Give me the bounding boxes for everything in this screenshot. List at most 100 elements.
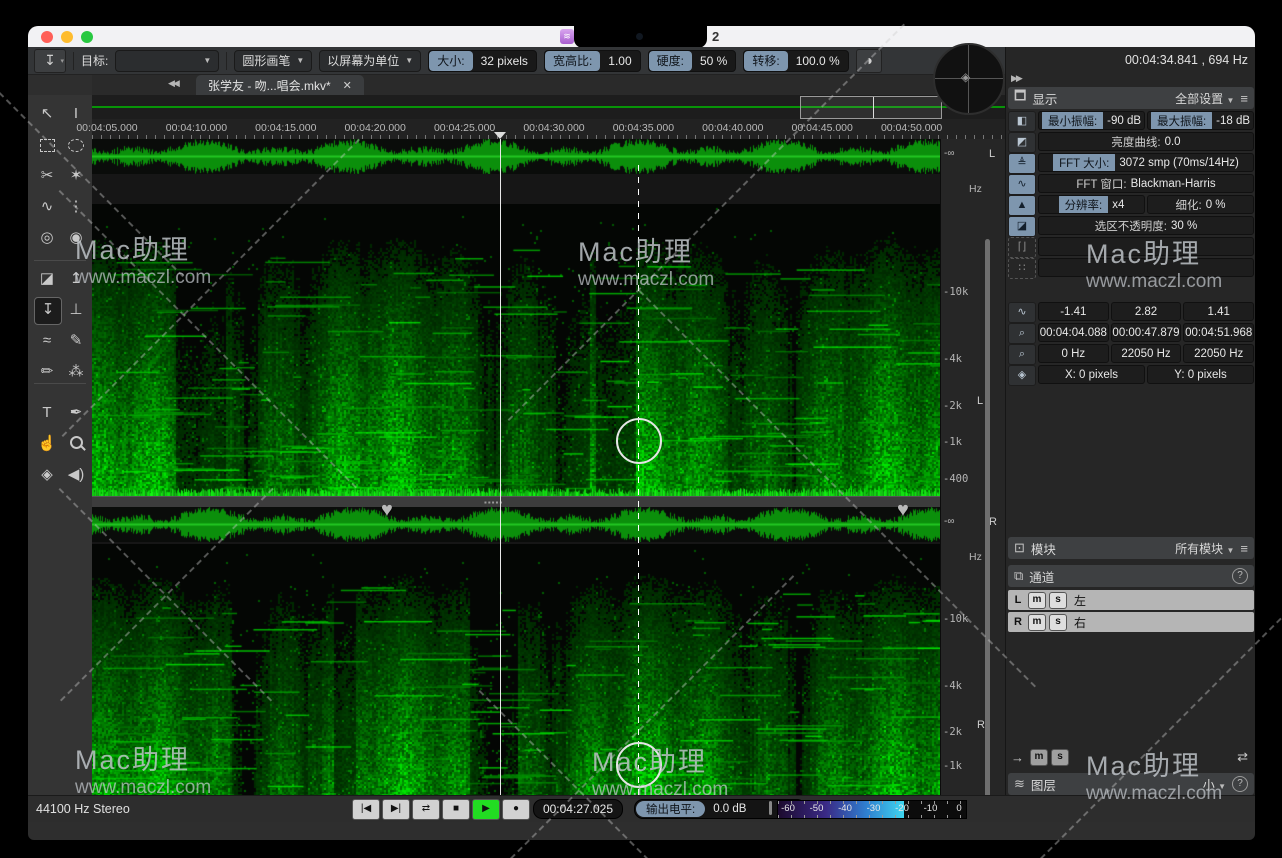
rect-select-tool[interactable] — [34, 132, 60, 158]
spectrogram-left[interactable] — [92, 204, 940, 496]
layers-size-dropdown[interactable]: 小 ▼ — [1203, 776, 1226, 793]
minimize-window-button[interactable] — [61, 31, 73, 43]
pixels-value[interactable]: Y: 0 pixels — [1147, 365, 1254, 384]
scalpel-tool[interactable]: ✂ — [34, 163, 60, 189]
current-tool-button[interactable]: ↧▾ — [34, 49, 66, 73]
target-dropdown[interactable]: ▼ — [115, 50, 219, 72]
hardness-field[interactable]: 硬度:50 % — [648, 50, 737, 72]
mute-button[interactable]: m — [1028, 614, 1046, 631]
stop-button[interactable]: ■ — [442, 799, 470, 820]
close-window-button[interactable] — [41, 31, 53, 43]
time-value[interactable]: 00:04:04.088 — [1038, 323, 1109, 342]
playhead-marker[interactable] — [494, 132, 506, 139]
close-tab-icon[interactable]: ✕ — [343, 79, 352, 92]
display-row-icon[interactable]: ◪ — [1008, 216, 1036, 237]
display-cell[interactable]: 亮度曲线:0.0 — [1038, 132, 1254, 151]
stamp-tool[interactable]: ⊥ — [63, 297, 89, 323]
display-cell[interactable] — [1038, 237, 1254, 256]
master-solo-button[interactable]: s — [1051, 749, 1069, 766]
display-cell[interactable]: 最大振幅:-18 dB — [1147, 111, 1254, 130]
frequency-value[interactable]: 22050 Hz — [1111, 344, 1182, 363]
eraser-tool[interactable]: ◪ — [34, 266, 60, 292]
transfer-tool[interactable]: ↧ — [34, 297, 62, 325]
waveform-left[interactable] — [92, 139, 940, 174]
eyedropper-tool[interactable]: ✒ — [63, 400, 89, 426]
marker-tool[interactable]: ✎ — [63, 328, 89, 354]
time-value[interactable]: 00:04:51.968 — [1183, 323, 1254, 342]
overview-strip[interactable] — [92, 95, 1005, 120]
document-tab[interactable]: 张学友 - 吻...唱会.mkv* ✕ — [196, 75, 364, 95]
time-ruler[interactable]: 00:04:05.00000:04:10.00000:04:15.00000:0… — [92, 119, 1005, 140]
channel-row-L[interactable]: Lms左 — [1008, 590, 1254, 610]
editor-canvas-area[interactable]: 00:04:05.00000:04:10.00000:04:15.00000:0… — [92, 95, 1005, 818]
solo-button[interactable]: s — [1049, 592, 1067, 609]
waveform-right[interactable] — [92, 507, 940, 542]
display-cell[interactable]: 选区不透明度:30 % — [1038, 216, 1254, 235]
view-range-box[interactable] — [800, 96, 942, 119]
display-row-icon[interactable]: ⌈⌋ — [1008, 237, 1036, 258]
channel-row-R[interactable]: Rms右 — [1008, 612, 1254, 632]
frequency-value[interactable]: 0 Hz — [1038, 344, 1109, 363]
display-row-icon[interactable]: ≜ — [1008, 153, 1036, 174]
help-icon[interactable]: ? — [1232, 568, 1248, 584]
modules-section-header[interactable]: ⊡ 模块 所有模块 ▼ ≡ — [1008, 537, 1254, 559]
amplify-tool[interactable]: ↥ — [63, 266, 89, 292]
menu-icon[interactable]: ≡ — [1240, 541, 1248, 556]
line-select-tool[interactable]: ⋮ — [63, 194, 89, 220]
playback-time-field[interactable]: 00:04:27.025 — [533, 799, 623, 819]
text-tool[interactable]: T — [34, 400, 60, 426]
master-mute-button[interactable]: m — [1030, 749, 1048, 766]
display-row-icon[interactable]: ∿ — [1008, 174, 1036, 195]
amplitude-value[interactable]: 2.82 — [1111, 302, 1182, 321]
amplitude-value[interactable]: 1.41 — [1183, 302, 1254, 321]
shuffle-icon[interactable]: ⇄ — [1231, 749, 1254, 765]
channels-section-header[interactable]: ⧉ 通道 ? — [1008, 565, 1254, 587]
layers-section-header[interactable]: ≋ 图层 小 ▼ ? — [1008, 773, 1254, 795]
brush-units-dropdown[interactable]: 以屏幕为单位▼ — [319, 50, 421, 72]
heart-grip-icon[interactable]: ♥ — [897, 499, 909, 522]
display-row-icon[interactable]: ◧ — [1008, 111, 1036, 132]
display-cell[interactable]: FFT 大小:3072 smp (70ms/14Hz) — [1038, 153, 1254, 172]
display-preset-dropdown[interactable]: 全部设置 ▼ — [1175, 90, 1234, 107]
curve-select-tool[interactable]: ∿ — [34, 194, 60, 220]
pen-tool[interactable]: ✏ — [34, 359, 60, 385]
modules-preset-dropdown[interactable]: 所有模块 ▼ — [1175, 540, 1234, 557]
zoom-window-button[interactable] — [81, 31, 93, 43]
hand-tool[interactable]: ☝ — [34, 431, 60, 457]
help-icon[interactable]: ? — [1232, 776, 1248, 792]
go-end-button[interactable]: ▶| — [382, 799, 410, 820]
size-field[interactable]: 大小:32 pixels — [428, 50, 537, 72]
display-cell[interactable] — [1038, 258, 1254, 277]
display-section-header[interactable]: 🗖 显示 全部设置 ▼ ≡ — [1008, 87, 1254, 109]
display-row-icon[interactable]: ◩ — [1008, 132, 1036, 153]
play-button[interactable]: ▶ — [472, 799, 500, 820]
brush-shape-dropdown[interactable]: 圆形画笔▼ — [234, 50, 312, 72]
view-range-handle[interactable] — [873, 97, 874, 118]
cube-3d-tool[interactable]: ◈ — [34, 462, 60, 488]
record-button[interactable]: ● — [502, 799, 530, 820]
zoom-tool[interactable] — [63, 431, 89, 457]
display-cell[interactable]: FFT 窗口:Blackman-Harris — [1038, 174, 1254, 193]
expand-panel-icon[interactable]: ▶▶ — [1011, 73, 1021, 84]
magic-wand-tool[interactable]: ✶ — [63, 163, 89, 189]
ratio-field[interactable]: 宽高比:1.00 — [544, 50, 641, 72]
mute-button[interactable]: m — [1028, 592, 1046, 609]
frequency-value[interactable]: 22050 Hz — [1183, 344, 1254, 363]
heal-tool[interactable]: ≈ — [34, 328, 60, 354]
heart-grip-icon[interactable]: ♥ — [381, 499, 393, 522]
navigation-ball[interactable]: ◈ — [933, 43, 1005, 115]
amplitude-value[interactable]: -1.41 — [1038, 302, 1109, 321]
transfer-field[interactable]: 转移:100.0 % — [743, 50, 848, 72]
display-cell[interactable]: 最小振幅:-90 dB — [1038, 111, 1145, 130]
display-row-icon[interactable]: ▲ — [1008, 195, 1036, 216]
speaker-tool[interactable]: ◀) — [63, 462, 89, 488]
blob-select-tool[interactable]: ◉ — [63, 225, 89, 251]
vertical-scrollbar[interactable] — [985, 239, 990, 799]
loop-button[interactable]: ⇄ — [412, 799, 440, 820]
spray-tool[interactable]: ⁂ — [63, 359, 89, 385]
contrast-button[interactable]: ◑ — [856, 49, 882, 73]
meter-grip[interactable] — [769, 801, 772, 815]
pixels-value[interactable]: X: 0 pixels — [1038, 365, 1145, 384]
spectrogram-right[interactable] — [92, 544, 940, 818]
display-cell[interactable]: 细化:0 % — [1147, 195, 1254, 214]
